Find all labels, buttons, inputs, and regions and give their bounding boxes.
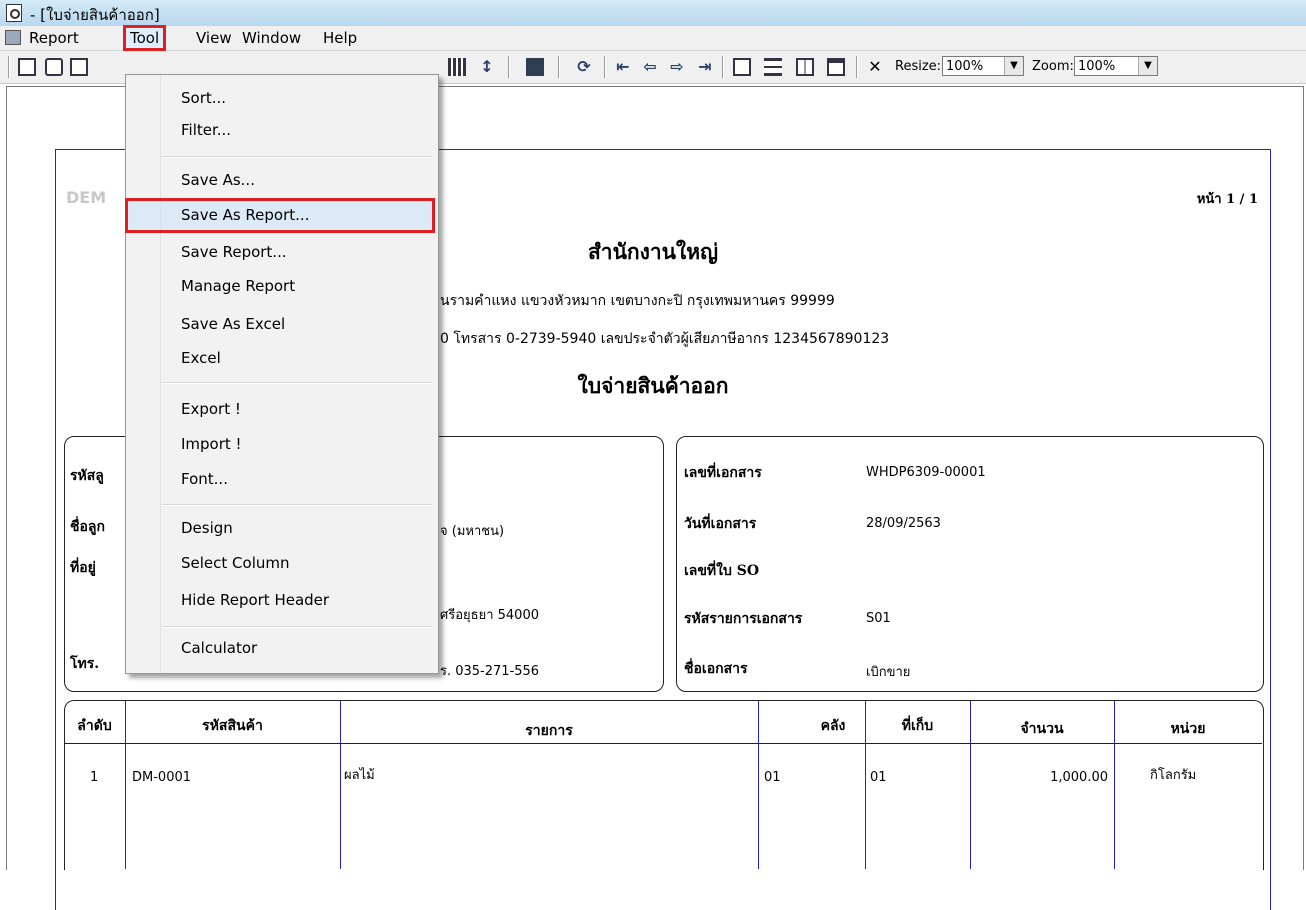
menu-separator	[162, 156, 432, 158]
refresh-icon[interactable]: ⟳	[575, 58, 593, 76]
toolbar-grip	[8, 56, 10, 78]
menu-item-save-as-report[interactable]: Save As Report...	[181, 203, 309, 227]
company-contact: 0 โทรสาร 0-2739-5940 เลขประจำตัวผู้เสียภ…	[440, 331, 890, 347]
doc-date-label: วันที่เอกสาร	[684, 516, 757, 532]
row-unit: กิโลกรัม	[1150, 768, 1197, 783]
demo-watermark: DEM	[66, 188, 107, 207]
toolbar-separator	[856, 56, 858, 78]
row-no: 1	[90, 770, 99, 785]
toolbar-separator	[722, 56, 724, 78]
doc-date-value: 28/09/2563	[866, 516, 941, 531]
menu-item-save-report[interactable]: Save Report...	[181, 240, 287, 264]
toolbar-separator	[604, 56, 606, 78]
item-code-value: S01	[866, 611, 891, 626]
report-preview-icon	[6, 4, 22, 22]
resize-select[interactable]: 100% ▼	[942, 56, 1024, 76]
menu-separator	[162, 626, 432, 628]
menu-item-select-column[interactable]: Select Column	[181, 551, 290, 575]
zoom-label: Zoom:	[1032, 59, 1074, 74]
preview-icon[interactable]	[18, 58, 36, 76]
mdi-window-icon[interactable]	[5, 30, 21, 45]
menu-help[interactable]: Help	[319, 28, 361, 48]
customer-code-label: รหัสลู	[70, 468, 104, 484]
resize-value: 100%	[946, 59, 984, 74]
header-product-code: รหัสสินค้า	[202, 718, 263, 734]
fit-height-icon[interactable]: ↕	[478, 58, 496, 76]
row-quantity: 1,000.00	[1050, 770, 1108, 785]
header-description: รายการ	[525, 723, 573, 739]
row-product-code: DM-0001	[132, 770, 192, 785]
page-width-icon[interactable]	[764, 58, 782, 76]
menu-item-manage-report[interactable]: Manage Report	[181, 274, 295, 298]
address-value: ศรีอยุธยา 54000	[440, 608, 539, 623]
chevron-down-icon[interactable]: ▼	[1138, 57, 1157, 75]
menu-tool[interactable]: Tool	[122, 25, 167, 51]
menu-item-excel[interactable]: Excel	[181, 346, 221, 370]
toolbar-separator	[508, 56, 510, 78]
menu-item-filter[interactable]: Filter...	[181, 118, 231, 142]
menu-item-export[interactable]: Export !	[181, 397, 241, 421]
menu-item-font[interactable]: Font...	[181, 467, 228, 491]
customer-name-label: ชื่อลูก	[70, 519, 105, 535]
multi-page-icon[interactable]	[733, 58, 751, 76]
previous-page-icon[interactable]: ⇦	[641, 58, 659, 76]
menu-separator	[162, 382, 432, 384]
doc-name-value: เบิกขาย	[866, 665, 911, 680]
menu-report[interactable]: Report	[25, 28, 83, 48]
print-icon[interactable]	[70, 58, 88, 76]
title-bar: - [ใบจ่ายสินค้าออก]	[0, 0, 1306, 27]
chevron-down-icon[interactable]: ▼	[1004, 57, 1023, 75]
menu-view[interactable]: View	[192, 28, 236, 48]
menu-item-hide-report-header[interactable]: Hide Report Header	[181, 588, 329, 612]
menu-item-sort[interactable]: Sort...	[181, 86, 226, 110]
two-page-icon[interactable]	[796, 58, 814, 76]
window-title: - [ใบจ่ายสินค้าออก]	[30, 6, 160, 24]
row-warehouse: 01	[764, 770, 781, 785]
customer-name-value: จ (มหาชน)	[440, 524, 505, 539]
calculator-icon[interactable]	[526, 58, 544, 76]
fax-value: ร. 035-271-556	[440, 664, 540, 679]
resize-label: Resize:	[895, 59, 942, 74]
toolbar-separator	[558, 56, 560, 78]
doc-no-label: เลขที่เอกสาร	[684, 465, 762, 481]
doc-no-value: WHDP6309-00001	[866, 465, 986, 480]
company-address: นรามคำแหง แขวงหัวหมาก เขตบางกะปิ กรุงเทพ…	[440, 293, 835, 309]
next-page-icon[interactable]: ⇨	[668, 58, 686, 76]
table-header-divider	[64, 743, 1262, 744]
header-location: ที่เก็บ	[901, 718, 934, 734]
header-no: ลำดับ	[77, 718, 112, 734]
first-page-icon[interactable]: ⇤	[614, 58, 632, 76]
menu-window[interactable]: Window	[238, 28, 305, 48]
grid-icon[interactable]	[448, 58, 466, 76]
menu-item-calculator[interactable]: Calculator	[181, 636, 257, 660]
page-number: หน้า 1 / 1	[1196, 192, 1258, 207]
menu-gutter	[126, 75, 161, 673]
doc-name-label: ชื่อเอกสาร	[684, 661, 748, 677]
menu-item-import[interactable]: Import !	[181, 432, 242, 456]
close-icon[interactable]: ✕	[866, 58, 884, 76]
tel-label: โทร.	[70, 656, 100, 672]
item-code-label: รหัสรายการเอกสาร	[684, 611, 803, 627]
last-page-icon[interactable]: ⇥	[696, 58, 714, 76]
zoom-value: 100%	[1078, 59, 1116, 74]
menu-bar: Report Tool View Window Help	[0, 25, 1306, 51]
so-number-label: เลขที่ใบ SO	[684, 563, 760, 579]
header-unit: หน่วย	[1170, 721, 1206, 737]
zoom-select[interactable]: 100% ▼	[1074, 56, 1158, 76]
menu-item-design[interactable]: Design	[181, 516, 233, 540]
address-label: ที่อยู่	[70, 560, 96, 576]
menu-separator	[162, 504, 432, 506]
row-description: ผลไม้	[344, 768, 375, 783]
menu-item-save-as[interactable]: Save As...	[181, 168, 255, 192]
setup-icon[interactable]	[45, 58, 63, 76]
single-page-icon[interactable]	[827, 58, 845, 76]
tool-menu	[125, 74, 439, 674]
row-location: 01	[870, 770, 887, 785]
header-quantity: จำนวน	[1020, 721, 1064, 737]
menu-item-save-as-excel[interactable]: Save As Excel	[181, 312, 285, 336]
